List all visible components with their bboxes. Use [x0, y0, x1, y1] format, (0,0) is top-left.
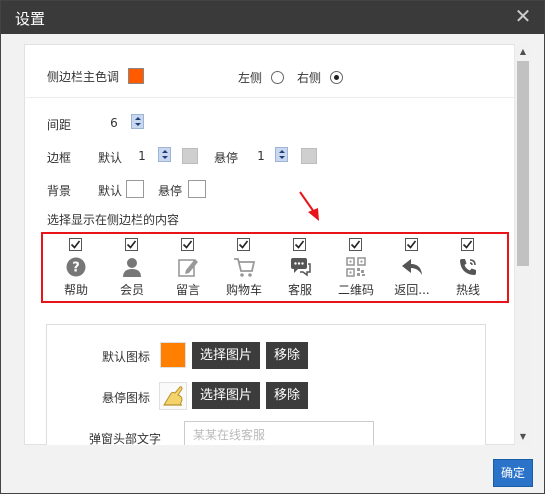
hover-icon-preview: [159, 382, 187, 410]
service-label: 客服: [287, 283, 312, 297]
theme-color-label: 侧边栏主色调: [47, 70, 120, 84]
annotation-arrow: [299, 191, 319, 221]
help-checkbox[interactable]: [69, 238, 82, 251]
border-hover-value[interactable]: 1: [250, 147, 272, 165]
background-hover-color[interactable]: [188, 180, 206, 198]
qrcode-label: 二维码: [337, 283, 374, 297]
content-item-service[interactable]: 客服: [280, 234, 320, 297]
dialog-footer: [24, 445, 531, 493]
help-icon: ?: [66, 257, 86, 277]
theme-color-swatch[interactable]: [128, 68, 144, 84]
hand-icon: [163, 386, 183, 406]
chat-icon: [291, 258, 311, 277]
phone-icon: [460, 259, 476, 275]
user-icon: [123, 258, 141, 277]
default-select-image-button[interactable]: 选择图片: [192, 342, 260, 369]
content-item-hotline[interactable]: 热线: [448, 234, 488, 297]
edit-icon: [178, 259, 198, 277]
help-label: 帮助: [63, 283, 88, 297]
spacing-label: 间距: [47, 118, 72, 132]
return-checkbox[interactable]: [405, 238, 418, 251]
member-checkbox[interactable]: [125, 238, 138, 251]
border-hover-label: 悬停: [214, 151, 239, 165]
position-right-label: 右侧: [297, 71, 322, 85]
message-checkbox[interactable]: [181, 238, 194, 251]
border-default-value[interactable]: 1: [131, 147, 153, 165]
spacing-value[interactable]: 6: [103, 114, 125, 132]
vertical-scrollbar[interactable]: ▲ ▼: [514, 44, 531, 445]
content-item-qrcode[interactable]: 二维码: [336, 234, 376, 297]
content-item-member[interactable]: 会员: [112, 234, 152, 297]
close-icon[interactable]: ✕: [512, 5, 534, 27]
message-label: 留言: [175, 283, 200, 297]
qrcode-icon: [346, 257, 366, 277]
border-hover-stepper[interactable]: [275, 147, 288, 162]
cart-icon: [234, 258, 255, 277]
border-default-stepper[interactable]: [158, 147, 171, 162]
section-divider: [24, 97, 514, 98]
return-label: 返回...: [394, 283, 430, 297]
member-label: 会员: [119, 283, 144, 297]
content-item-help[interactable]: ? 帮助: [56, 234, 96, 297]
scroll-up-icon[interactable]: ▲: [515, 44, 531, 60]
scroll-down-icon[interactable]: ▼: [515, 429, 531, 445]
border-label: 边框: [47, 151, 72, 165]
border-default-color[interactable]: [182, 148, 198, 164]
default-icon-label: 默认图标: [102, 350, 151, 364]
settings-dialog: 设置 ✕ 侧边栏主色调 左侧 右侧 间距 6 边框 默认 1 悬停 1 背景 默…: [0, 0, 545, 494]
content-item-message[interactable]: 留言: [168, 234, 208, 297]
position-left-radio[interactable]: [271, 71, 284, 84]
scroll-thumb[interactable]: [517, 61, 529, 266]
cart-checkbox[interactable]: [237, 238, 250, 251]
background-label: 背景: [47, 184, 72, 198]
confirm-button[interactable]: 确定: [493, 459, 533, 487]
border-hover-color[interactable]: [301, 148, 317, 164]
hover-icon-label: 悬停图标: [102, 391, 151, 405]
content-section-label: 选择显示在侧边栏的内容: [47, 213, 180, 227]
background-default-label: 默认: [98, 184, 123, 198]
hover-select-image-button[interactable]: 选择图片: [192, 382, 260, 409]
hover-remove-button[interactable]: 移除: [266, 382, 308, 409]
service-checkbox[interactable]: [293, 238, 306, 251]
position-left-label: 左侧: [238, 71, 263, 85]
border-default-label: 默认: [98, 151, 123, 165]
background-hover-label: 悬停: [158, 184, 183, 198]
position-right-radio[interactable]: [330, 71, 343, 84]
default-icon-preview: [160, 342, 186, 368]
dialog-titlebar: 设置 ✕: [1, 1, 544, 34]
content-item-return[interactable]: 返回...: [392, 234, 432, 297]
background-default-color[interactable]: [126, 180, 144, 198]
return-icon: [402, 259, 422, 275]
spacing-stepper[interactable]: [131, 114, 144, 129]
svg-text:?: ?: [72, 261, 80, 276]
default-remove-button[interactable]: 移除: [266, 342, 308, 369]
qrcode-checkbox[interactable]: [349, 238, 362, 251]
hotline-checkbox[interactable]: [461, 238, 474, 251]
dialog-title: 设置: [15, 10, 46, 28]
content-item-cart[interactable]: 购物车: [224, 234, 264, 297]
content-items-frame: ? 帮助 会员 留言 购物车 客服 二维码 返回... 热线: [41, 232, 509, 303]
hotline-label: 热线: [455, 283, 480, 297]
cart-label: 购物车: [225, 283, 262, 297]
